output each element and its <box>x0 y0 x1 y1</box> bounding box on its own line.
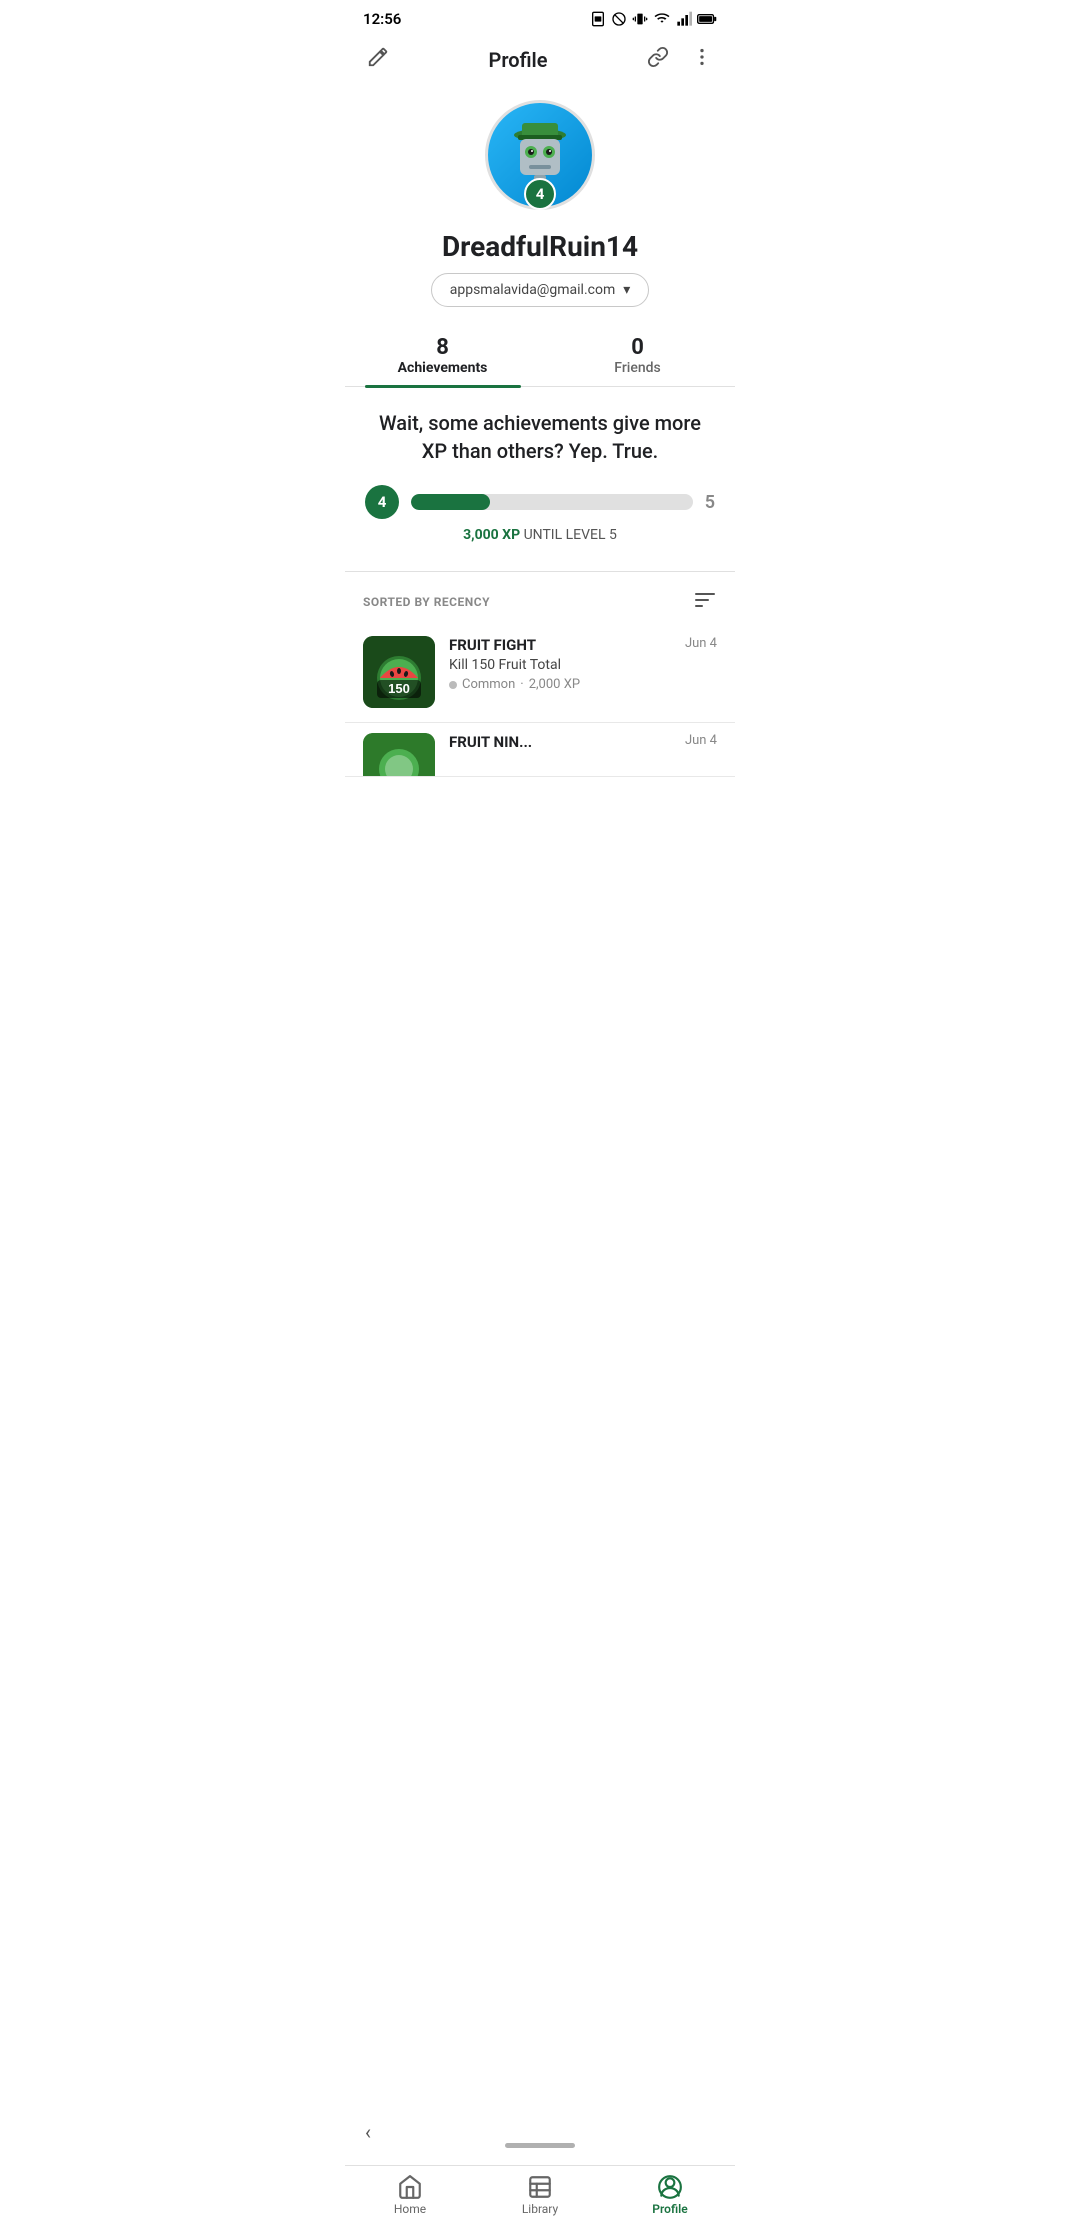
achievement-desc-1: Kill 150 Fruit Total <box>449 657 671 673</box>
achievement-title-1: FRUIT FIGHT <box>449 636 671 654</box>
wifi-icon <box>653 11 671 27</box>
tab-achievements[interactable]: 8 Achievements <box>345 325 540 386</box>
nav-library-label: Library <box>522 2202 558 2216</box>
level-badge: 4 <box>524 178 556 210</box>
achievements-label: Achievements <box>398 360 488 376</box>
watermelon-icon: 150 <box>363 636 435 708</box>
sim-icon <box>590 11 606 27</box>
nav-home[interactable]: Home <box>375 2174 445 2216</box>
status-time: 12:56 <box>363 10 401 28</box>
achievement-item-2[interactable]: FRUIT NIN... Jun 4 <box>345 723 735 777</box>
xp-info-text: Wait, some achievements give more XP tha… <box>365 409 715 465</box>
xp-bar-row: 4 5 <box>365 485 715 519</box>
home-icon <box>397 2174 423 2200</box>
bottom-nav: Home Library Profile <box>345 2165 735 2220</box>
tabs: 8 Achievements 0 Friends <box>345 325 735 387</box>
email-selector[interactable]: appsmalavida@gmail.com ▾ <box>431 273 650 307</box>
xp-bar-fill <box>411 494 490 510</box>
achievement-rarity-1: Common <box>462 677 515 692</box>
tab-friends[interactable]: 0 Friends <box>540 325 735 386</box>
rarity-dot <box>449 681 457 689</box>
status-bar: 12:56 <box>345 0 735 34</box>
page-title: Profile <box>489 48 548 72</box>
xp-until: 3,000 XP UNTIL LEVEL 5 <box>365 527 715 543</box>
xp-needed: 3,000 XP <box>463 527 520 543</box>
achievement-date-1: Jun 4 <box>685 636 717 651</box>
email-text: appsmalavida@gmail.com <box>450 282 615 298</box>
email-chevron-icon: ▾ <box>623 282 630 298</box>
xp-bar-bg <box>411 494 693 510</box>
achievement-item[interactable]: 150 FRUIT FIGHT Kill 150 Fruit Total Com… <box>345 626 735 723</box>
nav-spacer <box>345 777 735 867</box>
status-icons <box>590 11 717 27</box>
no-sign-icon <box>611 11 627 27</box>
link-button[interactable] <box>643 42 673 78</box>
achievement-xp-1: 2,000 XP <box>529 677 580 692</box>
tab-underline <box>365 385 521 388</box>
avatar-section: 4 DreadfulRuin14 appsmalavida@gmail.com … <box>345 90 735 325</box>
edit-button[interactable] <box>363 42 393 78</box>
achievement-date-2: Jun 4 <box>685 733 717 748</box>
sort-icon[interactable] <box>693 588 717 616</box>
battery-icon <box>697 11 717 27</box>
xp-level-end: 5 <box>705 492 715 513</box>
nav-home-label: Home <box>394 2202 426 2216</box>
back-arrow[interactable]: ‹ <box>365 2120 371 2144</box>
profile-icon <box>657 2174 683 2200</box>
xp-level-start: 4 <box>365 485 399 519</box>
nav-profile-label: Profile <box>652 2202 687 2216</box>
library-icon <box>527 2174 553 2200</box>
achievement-separator: · <box>520 677 523 692</box>
friends-label: Friends <box>614 360 660 376</box>
xp-section: Wait, some achievements give more XP tha… <box>345 387 735 553</box>
friends-count: 0 <box>631 335 644 360</box>
achievement-thumb-2 <box>363 733 435 777</box>
nav-library[interactable]: Library <box>505 2174 575 2216</box>
achievement-title-2: FRUIT NIN... <box>449 733 671 751</box>
xp-until-label: UNTIL LEVEL 5 <box>524 527 617 543</box>
username: DreadfulRuin14 <box>442 230 638 263</box>
achievement-meta-1: Common · 2,000 XP <box>449 677 671 692</box>
vibrate-icon <box>632 11 648 27</box>
avatar-wrapper: 4 <box>485 100 595 210</box>
svg-text:150: 150 <box>388 681 410 696</box>
top-bar: Profile <box>345 34 735 90</box>
top-bar-right <box>643 42 717 78</box>
achievement-thumb-icon-2 <box>363 733 435 777</box>
achievements-count: 8 <box>436 335 449 360</box>
sorted-label: SORTED BY RECENCY <box>363 595 490 609</box>
top-bar-left <box>363 42 393 78</box>
sorted-row: SORTED BY RECENCY <box>345 572 735 626</box>
nav-profile[interactable]: Profile <box>635 2174 705 2216</box>
achievement-info-2: FRUIT NIN... <box>449 733 671 754</box>
more-button[interactable] <box>687 42 717 78</box>
achievement-thumb-1: 150 <box>363 636 435 708</box>
achievement-info-1: FRUIT FIGHT Kill 150 Fruit Total Common … <box>449 636 671 692</box>
signal-icon <box>676 11 692 27</box>
